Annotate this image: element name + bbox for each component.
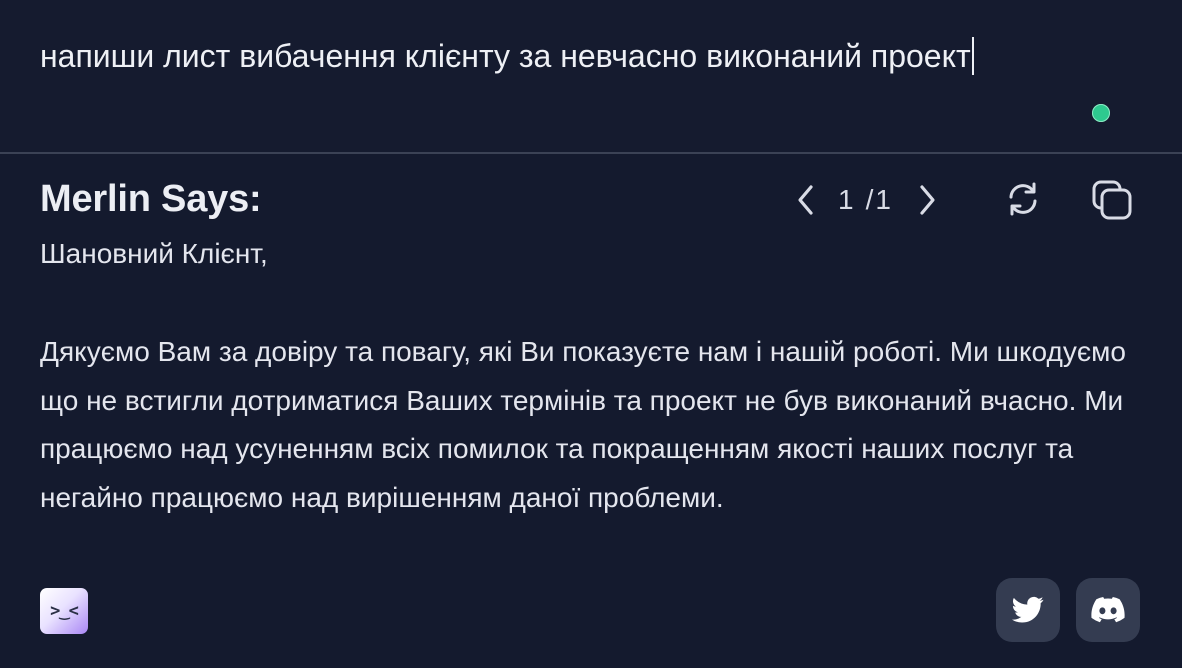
status-indicator [1092, 104, 1110, 122]
response-greeting: Шановний Клієнт, [40, 238, 268, 269]
page-current: 1 [838, 184, 856, 215]
refresh-icon [1009, 182, 1037, 216]
merlin-logo: >‿< [40, 588, 88, 634]
text-cursor [971, 37, 974, 75]
prompt-area[interactable]: напиши лист вибачення клієнту за невчасн… [0, 0, 1182, 152]
copy-icon [1092, 180, 1132, 220]
response-panel: Merlin Says: 1 /1 Шановний Клієнт, Дякує… [0, 154, 1182, 668]
twitter-icon [1012, 596, 1044, 623]
twitter-button[interactable] [996, 578, 1060, 642]
logo-face-icon: >‿< [50, 601, 79, 621]
prev-response-button[interactable] [788, 180, 824, 220]
response-title: Merlin Says: [40, 178, 262, 220]
next-response-button[interactable] [909, 180, 945, 220]
discord-button[interactable] [1076, 578, 1140, 642]
chevron-left-icon [798, 185, 813, 215]
copy-button[interactable] [1090, 178, 1134, 222]
page-total: /1 [865, 184, 893, 215]
prompt-input[interactable]: напиши лист вибачення клієнту за невчасн… [40, 34, 974, 78]
regenerate-button[interactable] [1002, 178, 1044, 220]
response-body: Дякуємо Вам за довіру та повагу, які Ви … [40, 336, 1126, 513]
response-pager: 1 /1 [788, 180, 945, 220]
discord-icon [1091, 597, 1125, 623]
prompt-text: напиши лист вибачення клієнту за невчасн… [40, 38, 971, 74]
chevron-right-icon [920, 185, 935, 215]
